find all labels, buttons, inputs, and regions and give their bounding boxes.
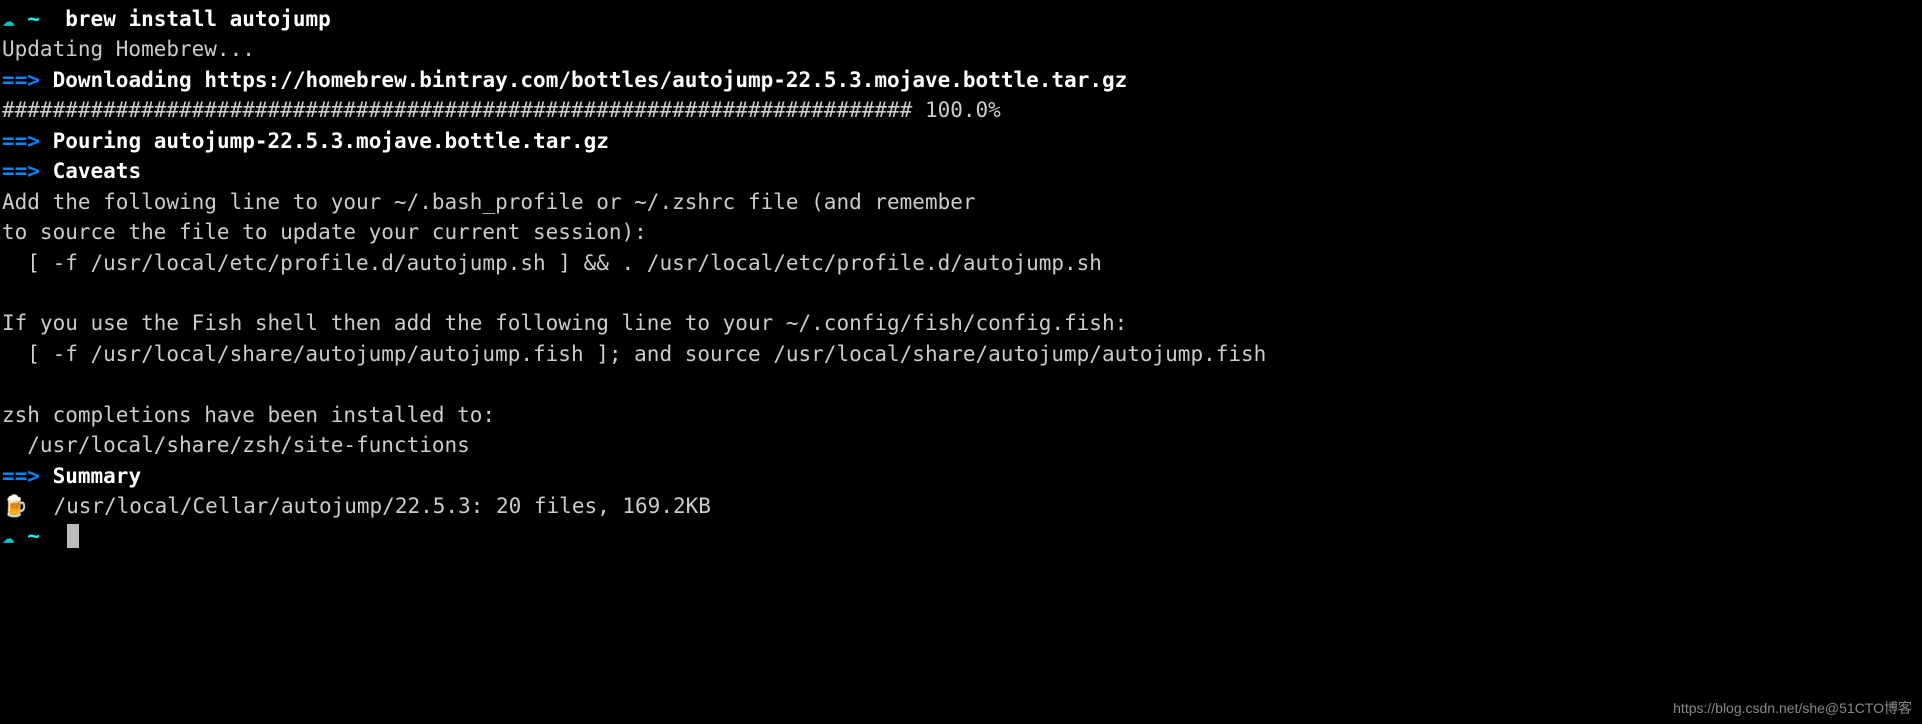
beer-icon: 🍺 (2, 491, 28, 521)
summary-path: /usr/local/Cellar/autojump/22.5.3: 20 fi… (53, 494, 710, 518)
blank-line (2, 369, 1920, 399)
caveats-text: Add the following line to your ~/.bash_p… (2, 187, 1920, 217)
arrow-icon: ==> (2, 464, 40, 488)
downloading-line: ==> Downloading https://homebrew.bintray… (2, 65, 1920, 95)
summary-header: ==> Summary (2, 461, 1920, 491)
zsh-path: /usr/local/share/zsh/site-functions (2, 430, 1920, 460)
updating-line: Updating Homebrew... (2, 34, 1920, 64)
downloading-url: https://homebrew.bintray.com/bottles/aut… (204, 68, 1127, 92)
prompt-line-1[interactable]: ☁ ~ brew install autojump (2, 4, 1920, 34)
downloading-label: Downloading (53, 68, 192, 92)
cloud-icon: ☁ (2, 7, 15, 31)
summary-line: 🍺 /usr/local/Cellar/autojump/22.5.3: 20 … (2, 491, 1920, 521)
watermark: https://blog.csdn.net/she@51CTO博客 (1673, 698, 1912, 718)
blank-line (2, 278, 1920, 308)
cursor (67, 524, 79, 548)
caveats-fish-text: If you use the Fish shell then add the f… (2, 308, 1920, 338)
caveats-code: [ -f /usr/local/etc/profile.d/autojump.s… (2, 248, 1920, 278)
zsh-text: zsh completions have been installed to: (2, 400, 1920, 430)
caveats-text: to source the file to update your curren… (2, 217, 1920, 247)
prompt-line-2[interactable]: ☁ ~ (2, 521, 1920, 551)
pouring-label: Pouring (53, 129, 142, 153)
tilde-prompt: ~ (27, 7, 40, 31)
tilde-prompt: ~ (27, 524, 40, 548)
pouring-file: autojump-22.5.3.mojave.bottle.tar.gz (154, 129, 609, 153)
pouring-line: ==> Pouring autojump-22.5.3.mojave.bottl… (2, 126, 1920, 156)
arrow-icon: ==> (2, 159, 40, 183)
caveats-header: ==> Caveats (2, 156, 1920, 186)
progress-bar: ########################################… (2, 95, 1920, 125)
arrow-icon: ==> (2, 129, 40, 153)
command-text: brew install autojump (65, 7, 331, 31)
arrow-icon: ==> (2, 68, 40, 92)
caveats-label: Caveats (53, 159, 142, 183)
summary-label: Summary (53, 464, 142, 488)
caveats-fish-code: [ -f /usr/local/share/autojump/autojump.… (2, 339, 1920, 369)
cloud-icon: ☁ (2, 524, 15, 548)
